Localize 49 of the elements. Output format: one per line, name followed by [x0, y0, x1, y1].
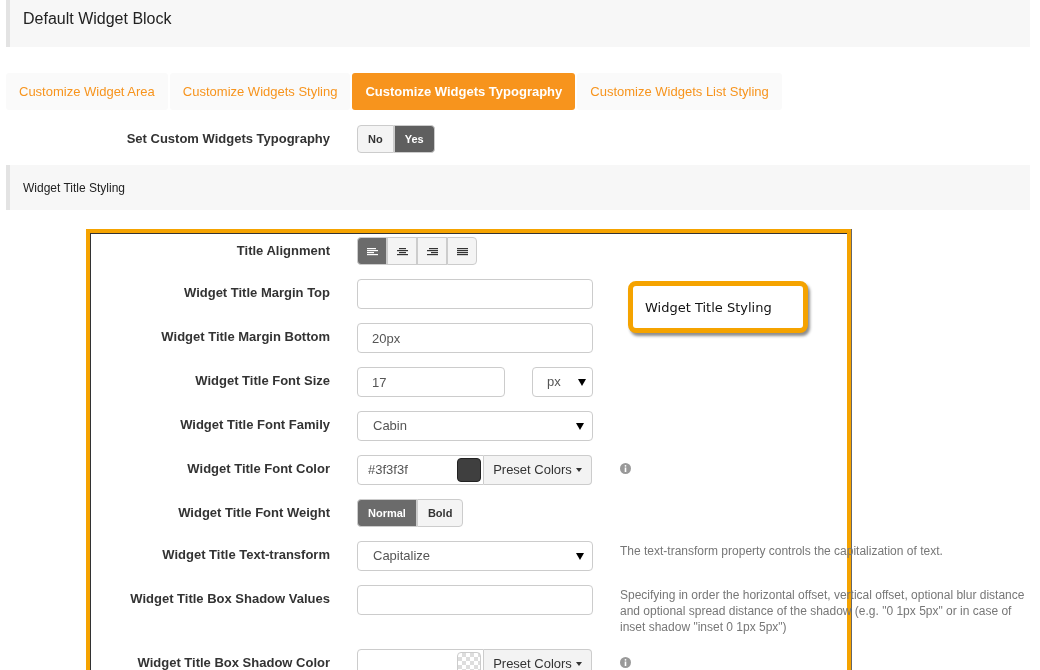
field-label: Widget Title Margin Top	[183, 284, 330, 302]
preset-colors-button[interactable]: Preset Colors	[484, 455, 592, 485]
color-field[interactable]: #3f3f3f	[357, 455, 484, 485]
color-value: #3f3f3f	[368, 461, 408, 480]
preset-colors-button[interactable]: Preset Colors	[484, 649, 592, 670]
text-field[interactable]: 17	[357, 367, 505, 397]
field-label: Widget Title Font Color	[186, 460, 330, 478]
alignment-button[interactable]	[357, 237, 387, 265]
text-field[interactable]: 20px	[357, 323, 593, 353]
text-field[interactable]	[357, 279, 593, 309]
align-justify-icon	[456, 246, 468, 256]
caret-icon	[578, 378, 586, 386]
alignment-button[interactable]	[417, 237, 447, 265]
field-label: Widget Title Text-transform	[161, 546, 330, 564]
info-icon[interactable]	[620, 657, 631, 668]
dropdown[interactable]: Cabin	[357, 411, 593, 441]
callout-text: Widget Title Styling	[645, 300, 772, 315]
info-icon[interactable]	[620, 463, 631, 474]
align-right-icon	[426, 246, 438, 256]
color-swatch[interactable]	[457, 458, 481, 482]
section-title: Widget Title Styling	[23, 179, 126, 197]
color-field[interactable]	[357, 649, 484, 670]
caret-icon	[575, 468, 582, 472]
align-center-icon	[396, 246, 408, 256]
toggle-option[interactable]: Bold	[416, 499, 464, 527]
dropdown-value: px	[547, 373, 561, 392]
field-label: Widget Title Box Shadow Values	[129, 590, 330, 608]
dropdown-value: Capitalize	[373, 547, 431, 566]
field-label: Set Custom Widgets Typography	[125, 130, 330, 149]
dropdown[interactable]: Capitalize	[357, 541, 593, 571]
dropdown-value: Cabin	[373, 417, 407, 436]
text-field[interactable]	[357, 585, 593, 615]
unit-dropdown[interactable]: px	[532, 367, 593, 397]
toggle-option[interactable]: Normal	[357, 499, 417, 527]
caret-icon	[575, 662, 582, 666]
alignment-button[interactable]	[387, 237, 417, 265]
field-label: Title Alignment	[235, 242, 330, 260]
caret-icon	[576, 552, 584, 560]
toggle-option[interactable]: Yes	[393, 125, 435, 153]
alignment-button[interactable]	[447, 237, 477, 265]
caret-icon	[576, 422, 584, 430]
align-left-icon	[366, 246, 378, 256]
field-label: Widget Title Margin Bottom	[160, 328, 330, 346]
page-title: Default Widget Block	[23, 10, 172, 27]
field-label: Widget Title Box Shadow Color	[136, 654, 330, 670]
toggle-option[interactable]: No	[357, 125, 394, 153]
field-label: Widget Title Font Size	[194, 372, 330, 390]
field-label: Widget Title Font Weight	[177, 504, 330, 522]
field-label: Widget Title Font Family	[179, 416, 330, 434]
